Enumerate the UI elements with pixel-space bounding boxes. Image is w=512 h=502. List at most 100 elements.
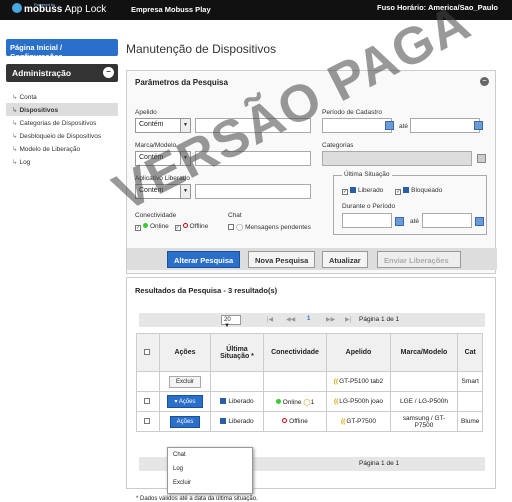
results-table: Ações Última Situação * Conectividade Ap… [136,333,484,432]
search-categories-icon[interactable] [477,154,486,163]
footnote: * Dados válidos até a data da última sit… [136,496,258,502]
periodo-end-input[interactable] [410,118,480,133]
online-icon [143,223,148,228]
menu-item-log[interactable]: Log [168,462,252,476]
marca-label: Marca/Modelo [135,142,177,149]
menu-item-excluir[interactable]: Excluir [168,476,252,490]
sub-item-icon: ↳ [12,107,18,114]
enviar-liberacoes-button[interactable]: Enviar Liberações [377,251,461,268]
company-name: Empresa Mobuss Play [131,5,211,14]
calendar-icon[interactable] [474,121,483,130]
durante-end-input[interactable] [422,213,472,228]
atualizar-button[interactable]: Atualizar [322,251,368,268]
android-icon: (( [341,418,346,425]
alterar-pesquisa-button[interactable]: Alterar Pesquisa [167,251,241,268]
search-panel: Parâmetros da Pesquisa − Apelido Contém ▼… [126,70,497,274]
pager-top: 20 ▼ |◀ ◀◀ 1 ▶▶ ▶| Página 1 de 1 [139,313,485,329]
liberado-checkbox[interactable]: ✓ [342,189,348,195]
categorias-input[interactable] [322,151,472,166]
offline-checkbox[interactable]: ✓ [174,225,181,231]
col-apelido: Apelido [326,333,391,372]
logo-icon [12,3,22,13]
sub-item-icon: ↳ [12,133,18,140]
android-icon: (( [333,378,339,385]
main-content: Manutenção de Dispositivos Parâmetros da… [126,20,512,502]
acoes-button[interactable]: Ações [169,415,201,428]
periodo-start-input[interactable] [322,118,392,133]
bloqueado-checkbox[interactable]: ✓ [395,189,402,195]
page-size-select[interactable]: 20 ▼ [221,315,241,329]
conectividade-label: Conectividade [135,212,177,219]
unlocked-icon [220,418,227,424]
collapse-panel-icon[interactable]: − [480,77,489,86]
page-number-link[interactable]: 1 [307,316,310,322]
apelido-operator-select[interactable]: Contém ▼ [135,118,191,133]
menu-item-chat[interactable]: Chat [168,448,252,462]
sidebar-item-categorias[interactable]: ↳ Categorias de Dispositivos [6,116,118,129]
col-categoria: Cat [456,333,484,372]
online-icon [275,398,281,404]
durante-label: Durante o Período [342,203,396,210]
acoes-button[interactable]: ▾ Ações [167,395,203,408]
chevron-down-icon: ▼ [224,323,230,329]
sidebar-item-modelo[interactable]: ↳ Modelo de Liberação [6,142,118,155]
chat-options: ◯ Mensagens pendentes [228,223,311,231]
home-settings-button[interactable]: Página Inicial / Configurações [6,39,118,61]
apelido-label: Apelido [135,109,157,116]
ultima-situacao-fieldset: Última Situação ✓ Liberado ✓ Bloqueado Dur… [333,171,487,235]
offline-icon [182,223,188,228]
col-marca: Marca/Modelo [390,333,458,372]
calendar-icon[interactable] [385,121,394,130]
aplicativo-label: Aplicativo Liberado [135,175,190,182]
marca-operator-select[interactable]: Contém ▼ [135,151,191,166]
aplicativo-input[interactable] [195,184,311,199]
nova-pesquisa-button[interactable]: Nova Pesquisa [248,251,316,268]
unlocked-icon [350,187,356,193]
page-title: Manutenção de Dispositivos [126,42,277,56]
search-actions-bar: Alterar Pesquisa Nova Pesquisa Atualizar… [127,248,497,270]
prev-page-icon[interactable]: ◀◀ [286,316,295,323]
chevron-down-icon: ▼ [180,119,190,132]
calendar-icon[interactable] [395,217,404,226]
sidebar-item-log[interactable]: ↳ Log [6,155,118,168]
sub-item-icon: ↳ [12,94,18,101]
select-all-header[interactable] [136,333,160,372]
android-icon: (( [333,398,339,405]
durante-start-input[interactable] [342,213,392,228]
table-row: Excluir ((GT-P5100 tab2 Smart [136,371,484,392]
situacao-options: ✓ Liberado ✓ Bloqueado [342,187,443,195]
last-page-icon[interactable]: ▶| [345,316,351,323]
row-checkbox[interactable] [144,418,150,424]
excluir-button[interactable]: Excluir [168,375,201,388]
first-page-icon[interactable]: |◀ [267,316,273,323]
calendar-icon[interactable] [475,217,484,226]
ate-label: até [399,123,409,130]
table-row: ▾ Ações Liberado Online ◯1 ((LG-P500h jo… [136,391,484,412]
results-title: Resultados da Pesquisa - 3 resultado(s) [135,286,278,295]
page-info: Página 1 de 1 [359,316,400,323]
sidebar-item-conta[interactable]: ↳ Conta [6,90,118,103]
col-situacao: Última Situação * [210,333,264,372]
app-logo: Powered by mobuss App Lock [12,2,106,15]
search-panel-title: Parâmetros da Pesquisa [135,78,228,87]
chevron-down-icon: ▼ [180,185,190,198]
row-checkbox[interactable] [144,398,150,404]
col-conectividade: Conectividade [263,333,327,372]
online-checkbox[interactable]: ✓ [135,225,141,231]
categorias-label: Categorias [322,142,354,149]
mensagens-checkbox[interactable] [228,224,234,230]
aplicativo-operator-select[interactable]: Contém ▼ [135,184,191,199]
sidebar-item-dispositivos[interactable]: ↳ Dispositivos [6,103,118,116]
table-header-row: Ações Última Situação * Conectividade Ap… [136,333,484,372]
locked-icon [403,187,410,193]
sidebar-item-desbloqueio[interactable]: ↳ Desbloqueio de Dispositivos [6,129,118,142]
chat-bubble-icon: ◯ [303,398,311,406]
conectividade-options: ✓ Online ✓ Offline [135,223,209,231]
next-page-icon[interactable]: ▶▶ [326,316,335,323]
apelido-input[interactable] [195,118,311,133]
select-all-checkbox [144,349,150,355]
admin-section-header[interactable]: Administração − [6,64,118,82]
actions-dropdown-menu: Chat Log Excluir [167,447,253,494]
marca-input[interactable] [195,151,311,166]
collapse-icon[interactable]: − [103,67,114,78]
